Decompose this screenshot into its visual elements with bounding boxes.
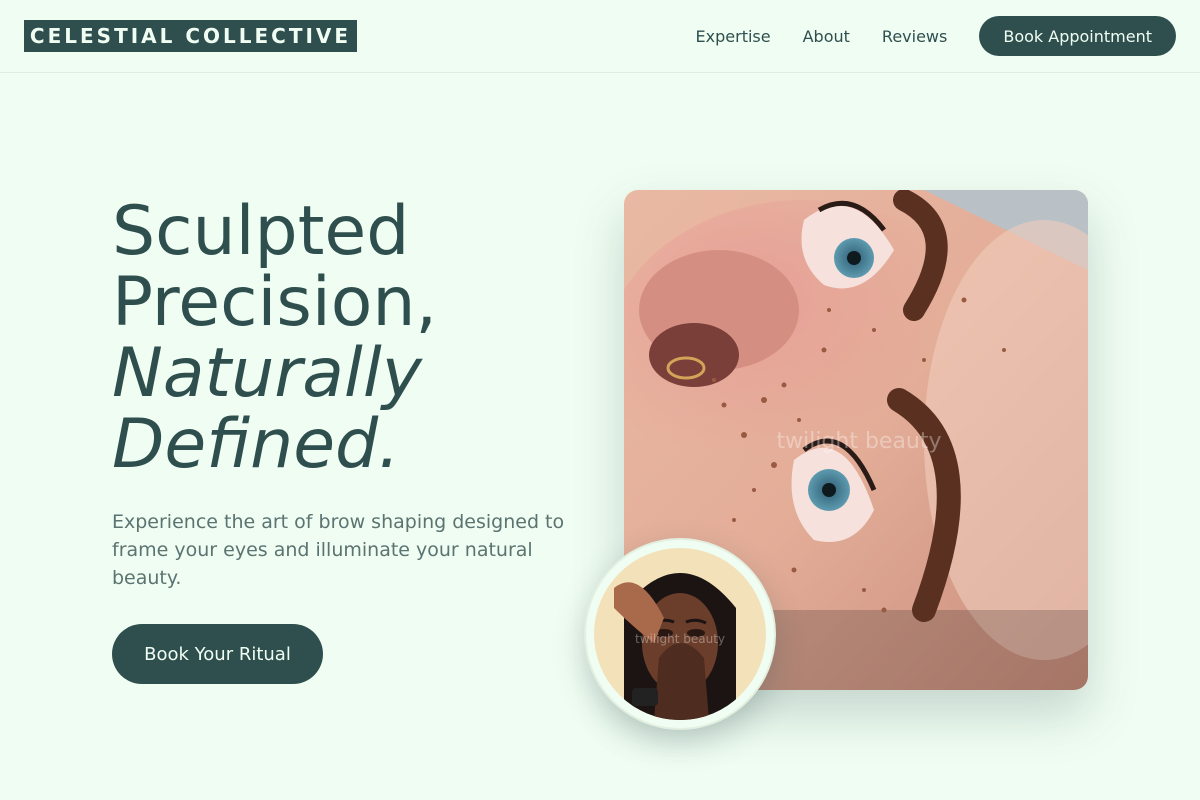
site-header: CELESTIAL COLLECTIVE Expertise About Rev… — [0, 0, 1200, 73]
hero-title-line-italic: Naturally — [112, 334, 422, 413]
inset-photo: twilight beauty — [594, 548, 766, 720]
brand-logo[interactable]: CELESTIAL COLLECTIVE — [24, 20, 357, 52]
brow-treatment-illustration: twilight beauty — [594, 548, 766, 720]
hero-title-line: Precision, — [112, 263, 438, 342]
hero-subtitle: Experience the art of brow shaping desig… — [112, 511, 565, 589]
inset-photo-frame: twilight beauty — [584, 538, 776, 730]
hero-title: Sculpted Precision, Naturally Defined. — [112, 196, 582, 480]
nav-link-about[interactable]: About — [803, 27, 850, 46]
hero-title-line: Sculpted — [112, 192, 410, 271]
main-nav: Expertise About Reviews Book Appointment — [696, 0, 1176, 72]
book-ritual-button[interactable]: Book Your Ritual — [112, 624, 323, 684]
nav-link-expertise[interactable]: Expertise — [696, 27, 771, 46]
book-appointment-button[interactable]: Book Appointment — [979, 16, 1176, 56]
nav-link-reviews[interactable]: Reviews — [882, 27, 947, 46]
hero-title-line-italic: Defined. — [112, 405, 400, 484]
watermark-text: twilight beauty — [776, 429, 941, 454]
watermark-text: twilight beauty — [635, 632, 725, 646]
